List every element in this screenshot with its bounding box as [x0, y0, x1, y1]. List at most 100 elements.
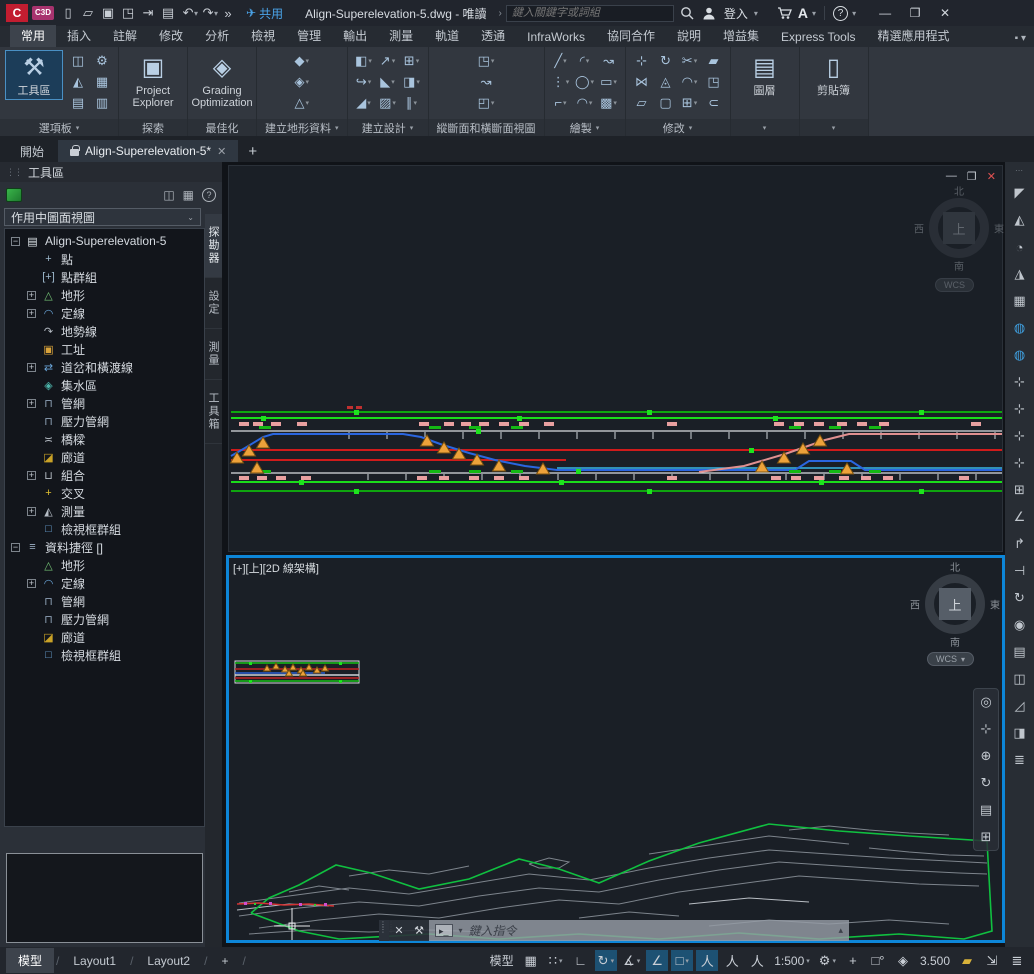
- strip-grip-icon[interactable]: ⋯: [1015, 166, 1024, 175]
- close-button[interactable]: ✕: [932, 3, 958, 23]
- point-label-icon[interactable]: ⊹: [1010, 400, 1030, 418]
- tool-◆[interactable]: ◆▾: [291, 51, 313, 70]
- tool-⋈[interactable]: ⋈: [631, 72, 653, 91]
- tree-item-道岔和橫渡線[interactable]: +⇄道岔和橫渡線: [5, 358, 204, 376]
- center-tool-icon[interactable]: ◉: [1010, 616, 1030, 634]
- tree-item-Align-Superelevation-5[interactable]: −▤Align-Superelevation-5: [5, 232, 204, 250]
- share-button[interactable]: ✈ 共用: [246, 5, 283, 22]
- navigation-wheel-icon[interactable]: ◎: [980, 694, 991, 710]
- tool-◈[interactable]: ◈▾: [291, 72, 313, 91]
- tree-item-檢視框群組[interactable]: □檢視框群組: [5, 520, 204, 538]
- graphics-performance[interactable]: ▰: [956, 950, 978, 971]
- panel-title[interactable]: 建立設計▾: [348, 119, 428, 136]
- customization-plus[interactable]: +: [842, 950, 864, 971]
- tool-◫[interactable]: ◫: [67, 51, 89, 70]
- tool-▥[interactable]: ▥: [91, 93, 113, 112]
- tool-◯[interactable]: ◯▾: [574, 72, 596, 91]
- tool-◢[interactable]: ◢▾: [353, 93, 375, 112]
- help-dropdown-icon[interactable]: ▾: [852, 9, 856, 18]
- tool-◭[interactable]: ◭: [67, 72, 89, 91]
- isometric-drafting-toggle[interactable]: ∡▾: [620, 950, 643, 971]
- wcs-menu-top[interactable]: WCS: [935, 278, 974, 292]
- tool-⋮[interactable]: ⋮▾: [550, 72, 572, 91]
- tree-expander-icon[interactable]: +: [27, 471, 36, 480]
- tool-◨[interactable]: ◨▾: [401, 72, 423, 91]
- planning-tool-icon[interactable]: ▦: [1010, 292, 1030, 310]
- tool-◧[interactable]: ◧▾: [353, 51, 375, 70]
- tree-expander-icon[interactable]: −: [11, 543, 20, 552]
- command-line-close-icon[interactable]: ✕: [389, 920, 409, 941]
- ribbon-tab-測量[interactable]: 測量: [378, 25, 424, 47]
- point-select-icon[interactable]: ⊹: [1010, 427, 1030, 445]
- set-square-tool-icon[interactable]: ◮: [1010, 265, 1030, 283]
- layout-tab-模型[interactable]: 模型: [6, 948, 54, 973]
- tree-item-檢視框群組[interactable]: □檢視框群組: [5, 646, 204, 664]
- project-explorer-button[interactable]: ▣Project Explorer: [124, 50, 182, 112]
- tool-▢[interactable]: ▢: [655, 93, 677, 112]
- file-tab-document[interactable]: Align-Superelevation-5* ✕: [58, 140, 238, 162]
- grid-display-icon[interactable]: ⊞: [981, 829, 992, 845]
- tool-◠[interactable]: ◠▾: [679, 72, 701, 91]
- autodesk-logo-icon[interactable]: A: [798, 5, 808, 21]
- drawing-minimize-icon[interactable]: —: [946, 170, 957, 183]
- ribbon-tab-分析[interactable]: 分析: [194, 25, 240, 47]
- tool-⊂[interactable]: ⊂: [703, 93, 725, 112]
- tree-item-橋樑[interactable]: ≍橋樑: [5, 430, 204, 448]
- command-line-grip[interactable]: ⋮⋮⋮⋮: [379, 920, 389, 941]
- user-icon[interactable]: [700, 4, 718, 22]
- search-icon[interactable]: [678, 4, 696, 22]
- viewcube-top[interactable]: 北南 西東 上: [927, 196, 991, 260]
- ribbon-tab-輸出[interactable]: 輸出: [332, 25, 378, 47]
- panel-title[interactable]: 探索: [119, 119, 187, 136]
- view-tool-icon[interactable]: ◨: [1010, 724, 1030, 742]
- panorama-icon[interactable]: ▦: [183, 188, 194, 202]
- tool-↻[interactable]: ↻: [655, 51, 677, 70]
- online-map-icon[interactable]: ◍: [1010, 346, 1030, 364]
- snap-mode-toggle[interactable]: ∷▾: [545, 950, 567, 971]
- drawing-close-icon[interactable]: ✕: [987, 170, 996, 183]
- model-space-toggle[interactable]: 模型: [487, 950, 517, 971]
- tool-◣[interactable]: ◣▾: [377, 72, 399, 91]
- elevation-value[interactable]: 3.500: [917, 950, 953, 971]
- tool-⚙[interactable]: ⚙: [91, 51, 113, 70]
- annotation-monitor[interactable]: □°: [867, 950, 889, 971]
- panel-title[interactable]: 修改▾: [626, 119, 730, 136]
- new-file-icon[interactable]: ▯: [58, 3, 78, 23]
- tree-item-廊道[interactable]: ◪廊道: [5, 628, 204, 646]
- ribbon-tab-管理[interactable]: 管理: [286, 25, 332, 47]
- panel-title[interactable]: 繪製▾: [545, 119, 625, 136]
- tool-↝[interactable]: ↝: [475, 72, 497, 91]
- tree-item-測量[interactable]: +◭測量: [5, 502, 204, 520]
- ribbon-tab-插入[interactable]: 插入: [56, 25, 102, 47]
- tree-expander-icon[interactable]: −: [11, 237, 20, 246]
- file-tab-start[interactable]: 開始: [8, 140, 56, 162]
- tool-△[interactable]: △▾: [291, 93, 313, 112]
- tool-⊞[interactable]: ⊞▾: [401, 51, 423, 70]
- showmotion-icon[interactable]: ▤: [980, 802, 992, 818]
- apps-dropdown-icon[interactable]: ▾: [812, 9, 816, 18]
- save-icon[interactable]: ▣: [98, 3, 118, 23]
- list-tool-icon[interactable]: ≣: [1010, 751, 1030, 769]
- cart-icon[interactable]: [776, 4, 794, 22]
- tree-item-地勢線[interactable]: ↷地勢線: [5, 322, 204, 340]
- ribbon-tab-InfraWorks[interactable]: InfraWorks: [516, 28, 596, 47]
- tool-▩[interactable]: ▩▾: [598, 93, 620, 112]
- recent-commands-icon[interactable]: ▾: [459, 926, 463, 935]
- annotation-visibility-toggle[interactable]: 人: [696, 950, 718, 971]
- toolspace-tab-探勘器[interactable]: 探勘器: [205, 214, 222, 278]
- export-icon[interactable]: ⇥: [138, 3, 158, 23]
- tree-expander-icon[interactable]: +: [27, 507, 36, 516]
- tool-↝[interactable]: ↝: [598, 51, 620, 70]
- ribbon-tab-透通[interactable]: 透通: [470, 25, 516, 47]
- tool-✂[interactable]: ✂▾: [679, 51, 701, 70]
- tree-item-資料捷徑 [][interactable]: −≡資料捷徑 []: [5, 538, 204, 556]
- annotation-autoscale-toggle[interactable]: 人: [721, 950, 743, 971]
- minimize-button[interactable]: —: [872, 3, 898, 23]
- tree-item-定線[interactable]: +◠定線: [5, 304, 204, 322]
- clipboard-button[interactable]: ▯剪貼簿: [805, 50, 863, 100]
- tree-item-地形[interactable]: △地形: [5, 556, 204, 574]
- save-as-icon[interactable]: ◳: [118, 3, 138, 23]
- rotate-tool-icon[interactable]: ↻: [1010, 589, 1030, 607]
- ribbon-tab-檢視[interactable]: 檢視: [240, 25, 286, 47]
- title-overflow-icon[interactable]: ›: [499, 8, 502, 19]
